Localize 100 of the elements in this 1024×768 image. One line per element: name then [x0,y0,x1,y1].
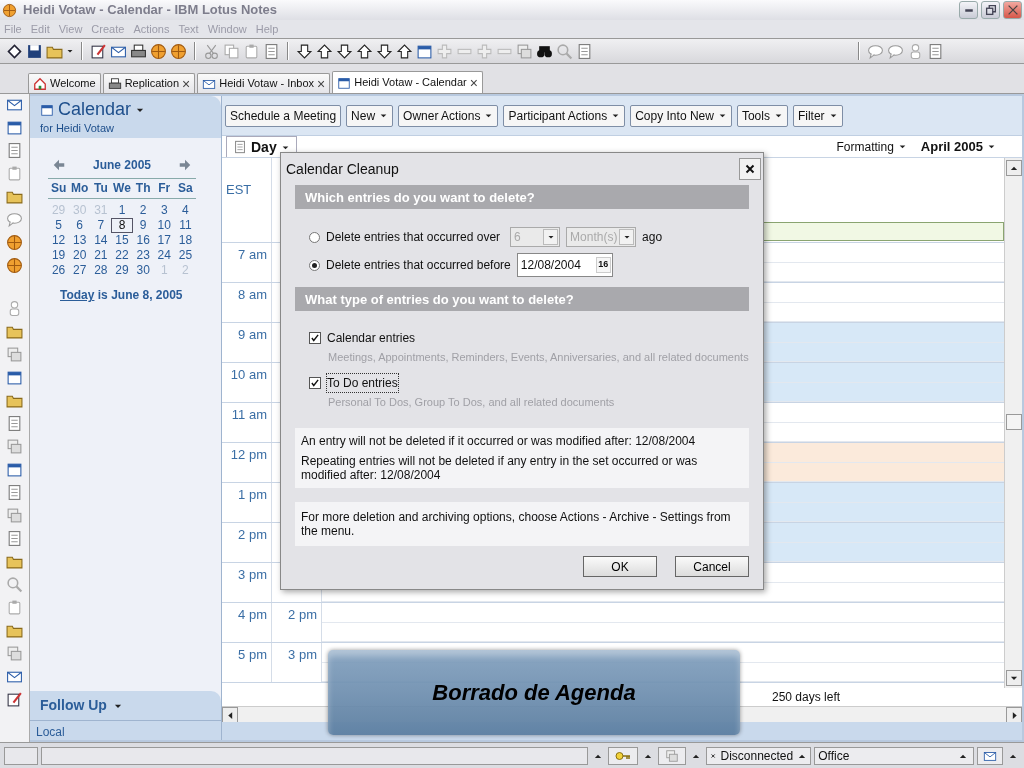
right-arrow-icon[interactable] [178,158,192,173]
document-icon[interactable] [576,42,593,60]
down-arrow-icon[interactable] [376,42,393,60]
bubble-icon[interactable] [6,211,23,228]
action-button[interactable]: Filter [792,104,843,127]
document-icon[interactable] [6,484,23,501]
day-cell[interactable]: 26 [48,263,70,279]
tab-close-button[interactable]: × [317,76,326,91]
document-icon[interactable] [6,142,23,159]
navigator-title[interactable]: Calendar [58,100,132,120]
day-cell[interactable]: 29 [111,263,133,279]
day-cell[interactable]: 8 [111,218,133,234]
action-button[interactable]: Schedule a Meeting [225,104,342,127]
day-cell[interactable]: 6 [69,218,91,234]
document-icon[interactable] [6,530,23,547]
day-cell[interactable]: 18 [174,233,196,249]
checkbox[interactable] [309,376,321,389]
globe-icon[interactable] [6,234,23,251]
dialog-button[interactable]: Cancel [675,556,749,577]
checkbox[interactable] [309,332,321,344]
day-cell[interactable]: 11 [174,218,196,234]
left-arrow-icon[interactable] [52,158,66,173]
view-tab[interactable]: Day [226,136,297,157]
follow-up-header[interactable]: Follow Up [30,691,221,720]
day-cell[interactable]: 14 [90,233,112,249]
document-tab[interactable]: Heidi Votaw - Inbox × [197,73,331,93]
day-cell[interactable]: 12 [48,233,70,249]
period-menu[interactable]: April 2005 [920,136,996,157]
day-cell[interactable]: 3 [153,203,175,219]
day-cell[interactable]: 9 [132,218,154,234]
pencil-icon[interactable] [90,42,107,60]
day-cell[interactable]: 30 [132,263,154,279]
down-arrow-icon[interactable] [296,42,313,60]
day-cell[interactable]: 5 [48,218,70,234]
clipboard-icon[interactable] [243,42,260,60]
document-tab[interactable]: Welcome [28,73,101,93]
day-cell[interactable]: 10 [153,218,175,234]
radio-button[interactable] [309,259,320,271]
tab-close-button[interactable]: × [469,75,478,90]
calendar-icon[interactable] [6,461,23,478]
globe-icon[interactable] [6,257,23,274]
day-cell[interactable]: 7 [90,218,112,234]
minimize-button[interactable] [959,1,978,19]
checkbox-label[interactable]: To Do entries [327,373,398,392]
action-button[interactable]: Participant Actions [503,104,626,127]
checkbox-label[interactable]: Calendar entries [327,329,416,347]
document-tab[interactable]: Heidi Votaw - Calendar × [332,71,483,93]
document-tab[interactable]: Replication × [102,73,196,93]
window-icon[interactable] [6,507,23,524]
down-arrow-icon[interactable] [336,42,353,60]
connection-status[interactable]: Disconnected [706,746,812,765]
day-cell[interactable]: 27 [69,263,91,279]
document-icon[interactable] [6,415,23,432]
calendar-picker-button[interactable]: 16 [595,257,611,273]
close-button[interactable] [1003,1,1022,19]
date-field[interactable]: 12/08/2004 16 [516,253,613,277]
scrollbar-thumb[interactable] [1005,414,1022,430]
day-cell[interactable]: 4 [174,203,196,219]
dialog-button[interactable]: OK [583,556,657,577]
printer-icon[interactable] [130,42,147,60]
formatting-menu[interactable]: Formatting [836,137,907,156]
day-cell[interactable]: 19 [48,248,70,264]
day-cell[interactable]: 17 [153,233,175,249]
bubble-icon[interactable] [887,42,904,60]
pencil-icon[interactable] [6,691,23,708]
bubble-icon[interactable] [867,42,884,60]
action-button[interactable]: New [346,104,394,127]
action-button[interactable]: Copy Into New [630,104,732,127]
window-icon[interactable] [6,645,23,662]
globe-icon[interactable] [170,42,187,60]
document-icon[interactable] [927,42,944,60]
scissors-icon[interactable] [203,42,220,60]
window-icon[interactable] [6,438,23,455]
action-button[interactable]: Owner Actions [398,104,499,127]
caret-icon[interactable] [66,47,74,55]
day-cell[interactable]: 1 [111,203,133,219]
day-cell[interactable]: 23 [132,248,154,264]
day-cell[interactable]: 21 [90,248,112,264]
day-cell[interactable]: 28 [90,263,112,279]
globe-icon[interactable] [150,42,167,60]
clipboard-icon[interactable] [6,599,23,616]
day-cell[interactable]: 25 [174,248,196,264]
document-icon[interactable] [263,42,280,60]
window-icon[interactable] [6,346,23,363]
day-cell[interactable]: 13 [69,233,91,249]
day-cell[interactable]: 16 [132,233,154,249]
up-arrow-icon[interactable] [316,42,333,60]
location-status[interactable]: Office [814,746,975,765]
calendar-icon[interactable] [6,119,23,136]
day-cell[interactable]: 15 [111,233,133,249]
day-cell[interactable]: 2 [132,203,154,219]
action-button[interactable]: Tools [736,104,788,127]
calendar-icon[interactable] [6,369,23,386]
restore-button[interactable] [981,1,1000,19]
up-arrow-icon[interactable] [396,42,413,60]
tab-close-button[interactable]: × [182,76,191,91]
clipboard-icon[interactable] [6,165,23,182]
day-cell[interactable]: 24 [153,248,175,264]
floppy-icon[interactable] [26,42,43,60]
up-arrow-icon[interactable] [356,42,373,60]
